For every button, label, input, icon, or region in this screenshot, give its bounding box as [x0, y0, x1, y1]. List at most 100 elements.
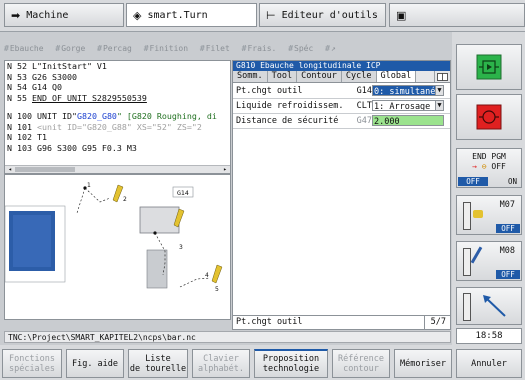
tool-1-icon	[112, 184, 124, 203]
softkey-thread[interactable]: #Filet	[200, 44, 230, 53]
field-label: Distance de sécurité	[236, 116, 339, 126]
workpiece-bottom	[146, 249, 168, 289]
softkey-more-icon[interactable]: #↗	[325, 44, 336, 53]
workpiece-top	[139, 206, 180, 234]
path-approach	[84, 187, 111, 203]
end-pgm-button[interactable]: END PGM → ⊖ OFF OFF ON	[456, 148, 522, 188]
cycle-start-button[interactable]	[456, 44, 522, 90]
status-field-name: Pt.chgt outil	[236, 317, 303, 327]
tab-tool-editor[interactable]: ⊢ Editeur d'outils	[259, 3, 386, 27]
field-code: G14	[356, 86, 372, 96]
field-safety-distance: Distance de sécurité G47 2.000	[233, 115, 450, 127]
page-indicator: 5/7	[423, 316, 446, 329]
cycle-stop-icon	[476, 104, 502, 130]
toolpath-drawing: G14 1 2 3 4 5	[4, 182, 223, 293]
softkey-drill[interactable]: #Percag	[97, 44, 132, 53]
field-label: Liquide refroidissem.	[236, 101, 344, 111]
field-code: CLT	[356, 101, 372, 111]
m07-label: M07	[499, 200, 515, 210]
tab-somm[interactable]: Somm.	[233, 71, 268, 82]
nc-program-editor[interactable]: N 52 L"InitStart" V1 N 53 G26 S3000 N 54…	[4, 60, 231, 174]
chevron-down-icon[interactable]: ▼	[435, 86, 443, 95]
field-code: G47	[356, 116, 372, 126]
tab-contour[interactable]: Contour	[297, 71, 342, 82]
svg-text:1: 1	[87, 182, 91, 189]
chevron-down-icon[interactable]: ▼	[435, 101, 443, 110]
tool-change-select[interactable]: 0: simultané ▼	[372, 85, 444, 96]
coolant-icon	[463, 202, 471, 230]
tab-machine-label: Machine	[26, 9, 69, 21]
dialog-layout-icon[interactable]	[434, 71, 450, 82]
help-figure-button[interactable]: Fig. aide	[66, 349, 124, 378]
m08-button[interactable]: M08 OFF	[456, 241, 522, 281]
m07-button[interactable]: M07 OFF	[456, 195, 522, 235]
scroll-left-icon[interactable]: ◂	[6, 166, 14, 173]
field-coolant: Liquide refroidissem. CLT 1: Arrosage 1 …	[233, 100, 450, 112]
svg-text:2: 2	[123, 196, 127, 203]
save-button[interactable]: Mémoriser	[394, 349, 452, 378]
tab-tool-editor-label: Editeur d'outils	[281, 9, 378, 21]
scroll-thumb[interactable]	[15, 167, 75, 172]
alpha-keyboard-button[interactable]: Clavier alphabét.	[192, 349, 250, 378]
scroll-right-icon[interactable]: ▸	[221, 166, 229, 173]
simulation-graphic: G14 1 2 3 4 5	[4, 174, 231, 320]
end-pgm-label: END PGM	[472, 152, 506, 161]
arrow-right-icon: ➡	[11, 8, 21, 22]
tool-3-icon	[211, 264, 223, 284]
softkey-roughing[interactable]: #Ebauche	[4, 44, 44, 53]
softkey-groove[interactable]: #Gorge	[55, 44, 85, 53]
nc-line[interactable]: N 54 G14 Q0	[5, 82, 230, 93]
cycle-stop-button[interactable]	[456, 94, 522, 140]
g14-label: G14	[177, 189, 189, 197]
clock: 18:58	[456, 328, 522, 344]
nc-line[interactable]: N 52 L"InitStart" V1	[5, 61, 230, 72]
tab-global[interactable]: Global	[376, 71, 417, 82]
tab-tool[interactable]: Tool	[267, 71, 298, 82]
right-softkey-panel: END PGM → ⊖ OFF OFF ON M07 OFF M08 OFF 1…	[452, 32, 525, 345]
file-path: TNC:\Project\SMART_KAPITEL2\ncps\bar.nc	[4, 331, 451, 343]
technology-proposal-button[interactable]: Proposition technologie	[254, 349, 328, 378]
tool-editor-icon: ⊢	[266, 8, 276, 22]
tab-smart-turn[interactable]: ◈ smart.Turn	[126, 3, 257, 27]
m07-off-state: OFF	[496, 224, 520, 233]
on-state: ON	[507, 177, 517, 186]
m08-label: M08	[499, 246, 515, 256]
special-functions-button[interactable]: Fonctions spéciales	[2, 349, 62, 378]
safety-distance-input[interactable]: 2.000	[372, 115, 444, 126]
spindle-icon	[463, 293, 471, 321]
spindle-orientation-button[interactable]	[456, 287, 522, 325]
softkey-special[interactable]: #Spéc	[288, 44, 313, 53]
cancel-button[interactable]: Annuler	[456, 349, 522, 378]
svg-text:5: 5	[215, 286, 219, 293]
dialog-tabs: Somm. Tool Contour Cycle Global	[233, 71, 450, 83]
nc-line[interactable]: N 53 G26 S3000	[5, 72, 230, 83]
tab-cycle[interactable]: Cycle	[341, 71, 377, 82]
svg-text:4: 4	[205, 272, 209, 279]
diagonal-arrow-icon	[483, 295, 506, 317]
nc-line[interactable]: N 101 <unit ID="G820_G88" XS="52" ZS="2	[5, 122, 230, 133]
turret-list-button[interactable]: Liste de tourelle	[128, 349, 188, 378]
dialog-title: G810 Ebauche longitudinale ICP	[233, 61, 450, 71]
m08-off-state: OFF	[496, 270, 520, 279]
softkey-milling[interactable]: #Frais.	[242, 44, 277, 53]
nc-line[interactable]: N 55 END_OF_UNIT S2829550539	[5, 93, 230, 104]
nc-blank-line	[5, 103, 230, 111]
nc-line[interactable]: N 103 G96 S300 G95 F0.3 M3	[5, 143, 230, 154]
dialog-status-bar: Pt.chgt outil 5/7	[233, 315, 450, 329]
contour-reference-button[interactable]: Référence contour	[332, 349, 390, 378]
tab-smart-turn-label: smart.Turn	[147, 9, 208, 21]
nc-horizontal-scrollbar[interactable]: ◂ ▸	[5, 165, 230, 173]
tab-machine[interactable]: ➡ Machine	[4, 3, 124, 27]
field-tool-change-point: Pt.chgt outil G14 0: simultané ▼	[233, 85, 450, 97]
save-icon: ▣	[396, 8, 407, 22]
svg-text:3: 3	[179, 244, 183, 251]
diamond-arrow-icon: ◈	[133, 8, 142, 22]
nc-line[interactable]: N 102 T1	[5, 132, 230, 143]
softkey-finishing[interactable]: #Finition	[144, 44, 188, 53]
nc-line-current[interactable]: N 100 UNIT ID"G820_G80" [G820 Roughing, …	[5, 111, 230, 122]
off-state: OFF	[458, 177, 488, 186]
tab-save[interactable]: ▣	[389, 3, 525, 27]
bottom-softkey-bar: Fonctions spéciales Fig. aide Liste de tou…	[0, 345, 525, 380]
coolant-select[interactable]: 1: Arrosage 1 ▼	[372, 100, 444, 111]
cycle-softkey-row: #Ebauche #Gorge #Percag #Finition #Filet…	[4, 44, 450, 58]
